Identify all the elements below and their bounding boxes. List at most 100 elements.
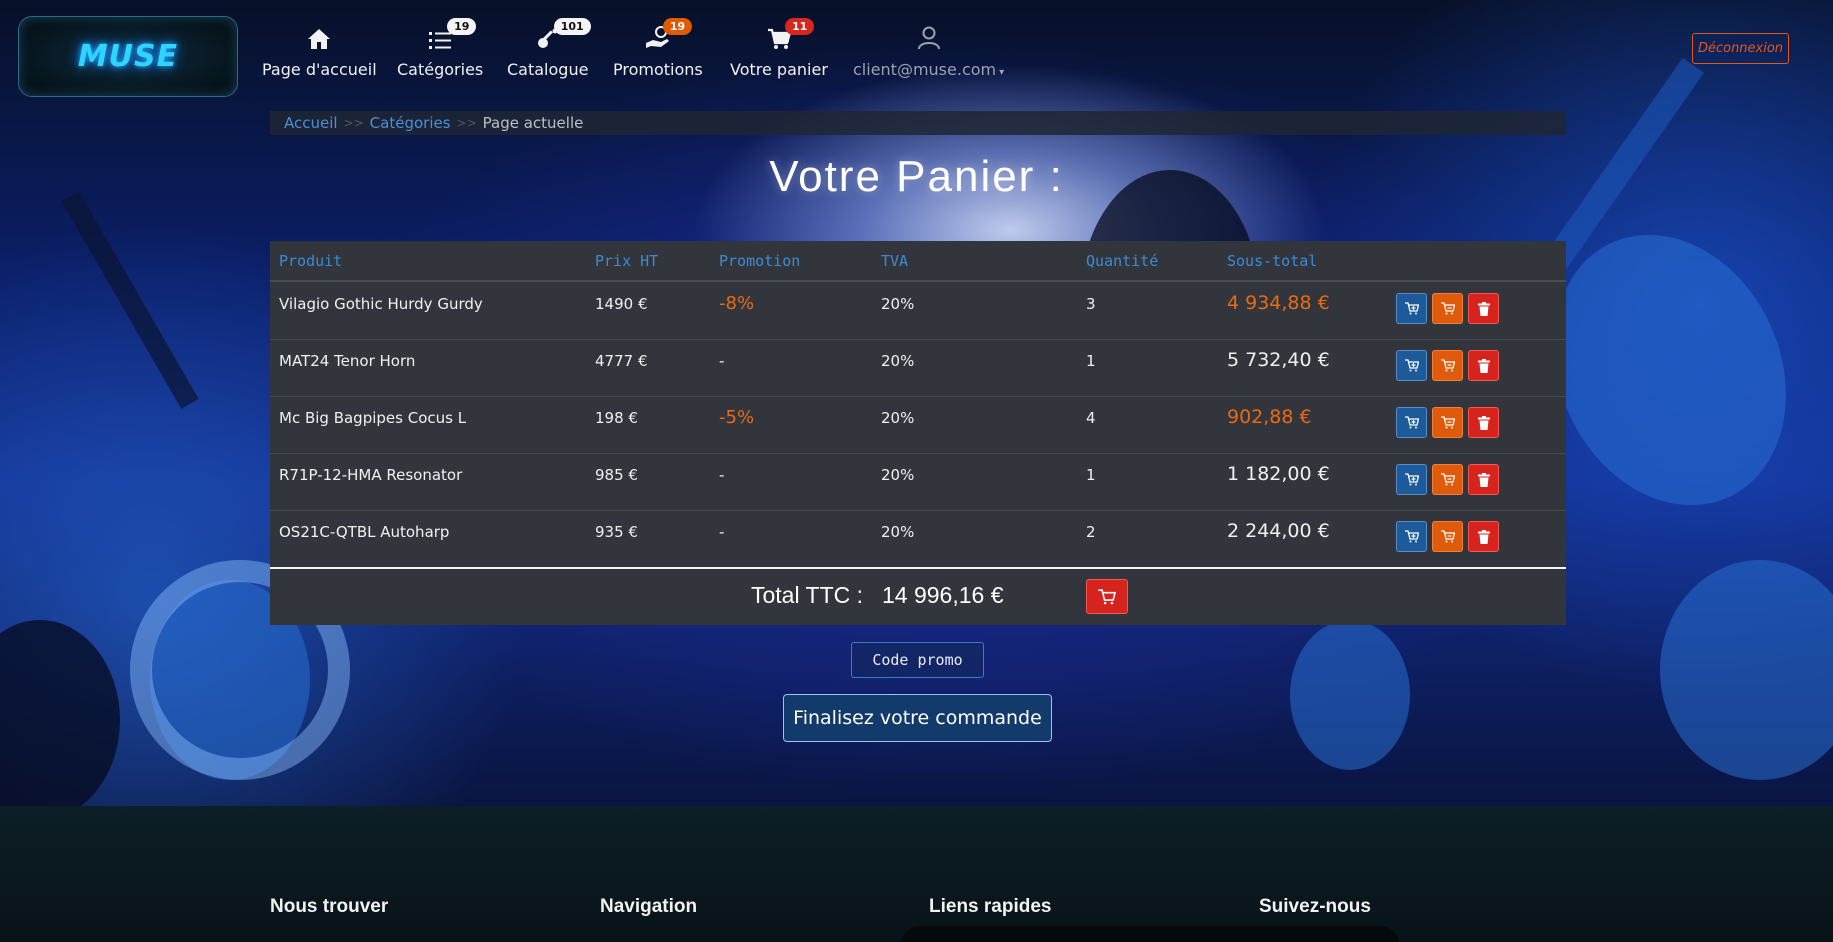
- header-promotion: Promotion: [719, 252, 801, 270]
- footer-heading-find-us: Nous trouver: [270, 896, 389, 917]
- remove-one-button[interactable]: [1432, 407, 1463, 438]
- cell-price: 935 €: [595, 523, 638, 541]
- categories-badge: 19: [447, 18, 477, 35]
- nav-home[interactable]: Page d'accueil: [262, 24, 377, 79]
- breadcrumb-separator: >>: [456, 116, 477, 130]
- cart-badge: 11: [784, 18, 815, 35]
- nav-categories-label: Catégories: [397, 60, 484, 79]
- cart-table-header: Produit Prix HT Promotion TVA Quantité S…: [270, 241, 1566, 282]
- total-value: 14 996,16 €: [882, 582, 1004, 608]
- home-icon: [307, 24, 331, 50]
- add-to-cart-button[interactable]: [1396, 293, 1427, 324]
- table-row: OS21C-QTBL Autoharp 935 € - 20% 2 2 244,…: [270, 511, 1566, 568]
- breadcrumb-home[interactable]: Accueil: [284, 114, 338, 132]
- row-actions: [1396, 407, 1499, 438]
- row-actions: [1396, 464, 1499, 495]
- cell-product: Mc Big Bagpipes Cocus L: [279, 409, 467, 427]
- trash-icon: [1477, 415, 1490, 430]
- footer-heading-quick-links: Liens rapides: [929, 896, 1052, 917]
- cell-price: 4777 €: [595, 352, 648, 370]
- cell-promotion: -: [719, 352, 725, 370]
- cell-product: OS21C-QTBL Autoharp: [279, 523, 450, 541]
- cell-promotion: -: [719, 466, 725, 484]
- remove-one-button[interactable]: [1432, 521, 1463, 552]
- add-to-cart-button[interactable]: [1396, 464, 1427, 495]
- cell-price: 985 €: [595, 466, 638, 484]
- header-tva: TVA: [881, 252, 909, 270]
- footer-decoration: [900, 926, 1400, 942]
- cell-product: R71P-12-HMA Resonator: [279, 466, 463, 484]
- nav-promotions[interactable]: 19 Promotions: [613, 18, 703, 79]
- cell-tva: 20%: [881, 295, 915, 313]
- checkout-button[interactable]: Finalisez votre commande: [783, 694, 1052, 742]
- total-row: Total TTC : 14 996,16 €: [270, 567, 1566, 625]
- guitar-icon: 101: [536, 18, 591, 50]
- row-actions: [1396, 521, 1499, 552]
- nav-promotions-label: Promotions: [613, 60, 703, 79]
- delete-item-button[interactable]: [1468, 407, 1499, 438]
- nav-user-label-wrap: client@muse.com ▾: [853, 60, 1004, 79]
- cell-quantity: 3: [1086, 295, 1096, 313]
- trash-icon: [1477, 529, 1490, 544]
- cell-subtotal: 5 732,40 €: [1227, 349, 1330, 371]
- cell-quantity: 1: [1086, 352, 1096, 370]
- list-icon: 19: [429, 18, 477, 50]
- nav-user-dropdown[interactable]: client@muse.com ▾: [853, 24, 1004, 79]
- header-product: Produit: [279, 252, 343, 270]
- hand-coin-icon: 19: [645, 18, 693, 50]
- trash-icon: [1477, 472, 1490, 487]
- cell-quantity: 1: [1086, 466, 1096, 484]
- total-label: Total TTC :: [751, 582, 864, 608]
- footer-heading-navigation: Navigation: [600, 896, 698, 917]
- header-quantity: Quantité: [1086, 252, 1159, 270]
- cell-subtotal: 4 934,88 €: [1227, 292, 1330, 314]
- cart-plus-icon: [1404, 302, 1419, 315]
- add-to-cart-button[interactable]: [1396, 521, 1427, 552]
- remove-one-button[interactable]: [1432, 464, 1463, 495]
- row-actions: [1396, 350, 1499, 381]
- nav-cart[interactable]: 11 Votre panier: [730, 18, 828, 79]
- delete-item-button[interactable]: [1468, 293, 1499, 324]
- delete-item-button[interactable]: [1468, 521, 1499, 552]
- empty-cart-button[interactable]: [1086, 579, 1128, 614]
- nav-cart-label: Votre panier: [730, 60, 828, 79]
- cell-subtotal: 902,88 €: [1227, 406, 1312, 428]
- cell-promotion: -8%: [719, 293, 755, 314]
- nav-catalogue[interactable]: 101 Catalogue: [507, 18, 591, 79]
- remove-one-button[interactable]: [1432, 293, 1463, 324]
- promo-code-button[interactable]: Code promo: [851, 642, 984, 678]
- add-to-cart-button[interactable]: [1396, 407, 1427, 438]
- cart-icon: [1098, 588, 1116, 604]
- cell-tva: 20%: [881, 523, 915, 541]
- delete-item-button[interactable]: [1468, 350, 1499, 381]
- muse-logo[interactable]: MUSE: [18, 16, 238, 97]
- catalogue-badge: 101: [553, 18, 591, 35]
- cart-plus-icon: [1404, 473, 1419, 486]
- breadcrumb-separator: >>: [343, 116, 364, 130]
- add-to-cart-button[interactable]: [1396, 350, 1427, 381]
- table-row: MAT24 Tenor Horn 4777 € - 20% 1 5 732,40…: [270, 340, 1566, 397]
- header-subtotal: Sous-total: [1227, 252, 1318, 270]
- delete-item-button[interactable]: [1468, 464, 1499, 495]
- cart-minus-icon: [1440, 416, 1455, 429]
- breadcrumb-categories[interactable]: Catégories: [370, 114, 451, 132]
- chevron-down-icon: ▾: [999, 67, 1005, 78]
- cart-minus-icon: [1440, 530, 1455, 543]
- breadcrumb: Accueil >> Catégories >> Page actuelle: [270, 111, 1566, 135]
- cell-promotion: -: [719, 523, 725, 541]
- footer: Nous trouver Navigation Liens rapides Su…: [0, 806, 1833, 942]
- promotions-badge: 19: [662, 18, 693, 35]
- cell-tva: 20%: [881, 352, 915, 370]
- cell-quantity: 2: [1086, 523, 1096, 541]
- cart-table: Produit Prix HT Promotion TVA Quantité S…: [270, 241, 1566, 625]
- cell-quantity: 4: [1086, 409, 1096, 427]
- trash-icon: [1477, 301, 1490, 316]
- table-row: Mc Big Bagpipes Cocus L 198 € -5% 20% 4 …: [270, 397, 1566, 454]
- header-price: Prix HT: [595, 252, 659, 270]
- nav-home-label: Page d'accueil: [262, 60, 377, 79]
- remove-one-button[interactable]: [1432, 350, 1463, 381]
- logout-button[interactable]: Déconnexion: [1692, 33, 1789, 64]
- cart-minus-icon: [1440, 473, 1455, 486]
- nav-user-label: client@muse.com: [853, 60, 997, 79]
- nav-categories[interactable]: 19 Catégories: [397, 18, 484, 79]
